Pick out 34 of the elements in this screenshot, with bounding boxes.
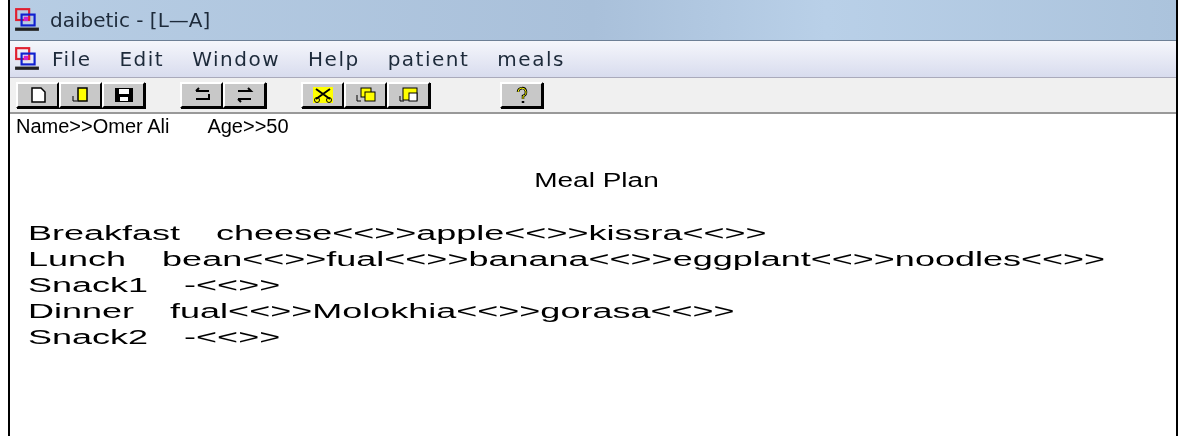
open-button[interactable] bbox=[59, 82, 102, 108]
meal-plan-heading: Meal Plan bbox=[533, 168, 659, 192]
copy-button[interactable] bbox=[344, 82, 387, 108]
meal-items: -<<>> bbox=[184, 273, 281, 298]
paste-button[interactable] bbox=[387, 82, 430, 108]
redo-button[interactable] bbox=[223, 82, 266, 108]
menu-item[interactable]: File bbox=[52, 47, 92, 71]
meal-items: fual<<>>Molokhia<<>>gorasa<<>> bbox=[170, 299, 735, 324]
undo-button[interactable] bbox=[180, 82, 223, 108]
menu-item[interactable]: meals bbox=[497, 47, 565, 71]
save-button[interactable] bbox=[102, 82, 145, 108]
copy-icon bbox=[353, 86, 378, 104]
cut-button[interactable] bbox=[301, 82, 344, 108]
patient-name: Name>>Omer Ali bbox=[16, 114, 170, 138]
meal-label: Snack1 bbox=[28, 273, 149, 298]
menu-item[interactable]: Help bbox=[308, 47, 360, 71]
meal-items: bean<<>>fual<<>>banana<<>>eggplant<<>>noodles<<>> bbox=[162, 247, 1106, 272]
meal-items: -<<>> bbox=[184, 325, 281, 350]
patient-age: Age>>50 bbox=[207, 114, 289, 138]
paste-icon bbox=[396, 86, 421, 104]
document-icon[interactable] bbox=[14, 47, 40, 71]
meal-items: cheese<<>>apple<<>>kissra<<>> bbox=[216, 221, 767, 246]
app-icon bbox=[14, 8, 40, 32]
meal-label: Lunch bbox=[28, 247, 127, 272]
meal-label: Snack2 bbox=[28, 325, 149, 350]
meal-label: Breakfast bbox=[28, 221, 181, 246]
help-button[interactable] bbox=[500, 82, 543, 108]
menu-item[interactable]: Window bbox=[192, 47, 281, 71]
scissors-icon bbox=[310, 86, 335, 104]
new-button[interactable] bbox=[16, 82, 59, 108]
menu-item[interactable]: patient bbox=[387, 47, 470, 71]
meal-label: Dinner bbox=[28, 299, 135, 324]
window-title: daibetic - [L—A] bbox=[50, 8, 211, 32]
menu-item[interactable]: Edit bbox=[119, 47, 165, 71]
